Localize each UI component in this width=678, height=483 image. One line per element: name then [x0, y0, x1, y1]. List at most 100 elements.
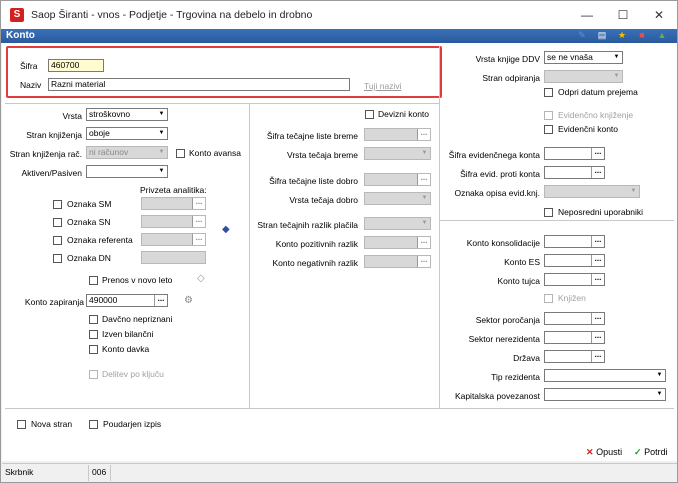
stran-odpiranja-select[interactable]: ▼	[544, 70, 623, 83]
minimize-button[interactable]: —	[569, 1, 605, 29]
eraser-icon[interactable]: ◇	[197, 273, 205, 284]
opusti-button[interactable]: ✕ Opusti	[586, 447, 622, 458]
sifra-tecajne-dobro-input[interactable]: ...	[364, 173, 431, 186]
konto-tujca-input[interactable]: ...	[544, 273, 605, 286]
izven-label: Izven bilančni	[102, 329, 154, 339]
evidencno-knjizenje-label: Evidenčno knjiženje	[558, 110, 634, 120]
potrdi-button[interactable]: ✓ Potrdi	[634, 447, 668, 458]
sifra-tecajne-dobro-label: Šifra tečajne liste dobro	[269, 176, 358, 186]
vrsta-tecaja-breme-select[interactable]: ▼	[364, 147, 431, 160]
oznaka-sm-checkbox[interactable]	[53, 200, 62, 209]
devizni-label: Devizni konto	[378, 109, 430, 119]
ellipsis-icon[interactable]: ...	[591, 332, 604, 343]
sifra-tecajne-breme-input[interactable]: ...	[364, 128, 431, 141]
ellipsis-icon[interactable]: ...	[192, 216, 205, 227]
vrsta-select[interactable]: stroškovno ▼	[86, 108, 168, 121]
nova-stran-checkbox[interactable]	[17, 420, 26, 429]
divider	[439, 46, 440, 408]
star-icon[interactable]: ★	[616, 29, 628, 41]
davcno-label: Davčno nepriznani	[102, 314, 173, 324]
export-icon[interactable]: ▲	[656, 29, 668, 41]
konto-poz-input[interactable]: ...	[364, 236, 431, 249]
oznaka-sn-input[interactable]: ...	[141, 215, 206, 228]
knjizen-label: Knjižen	[558, 293, 586, 303]
book-icon[interactable]: ◆	[222, 224, 230, 235]
ellipsis-icon[interactable]: ...	[192, 198, 205, 209]
oznaka-dn-checkbox[interactable]	[53, 254, 62, 263]
stran-knjizenja-rac-select[interactable]: ni računov ▼	[86, 146, 168, 159]
konto-neg-input[interactable]: ...	[364, 255, 431, 268]
sifra-evid-konta-input[interactable]: ...	[544, 147, 605, 160]
odpri-datum-checkbox[interactable]	[544, 88, 553, 97]
tip-rezidenta-select[interactable]: ▼	[544, 369, 666, 382]
copy-icon[interactable]: ▤	[596, 29, 608, 41]
sifra-evid-konta-label: Šifra evidenčnega konta	[448, 150, 540, 160]
oznaka-sm-input[interactable]: ...	[141, 197, 206, 210]
divider	[110, 465, 111, 481]
sifra-evid-proti-input[interactable]: ...	[544, 166, 605, 179]
highlight-box	[6, 46, 442, 98]
ellipsis-icon[interactable]: ...	[591, 167, 604, 178]
ellipsis-icon[interactable]: ...	[591, 255, 604, 266]
konto-form: Šifra 460700 Naziv Razni material Tuji n…	[2, 43, 677, 461]
delete-icon[interactable]: ■	[636, 29, 648, 41]
davcno-checkbox[interactable]	[89, 315, 98, 324]
oznaka-dn-input[interactable]	[141, 251, 206, 264]
stran-knjizenja-select[interactable]: oboje ▼	[86, 127, 168, 140]
ellipsis-icon[interactable]: ...	[154, 295, 167, 306]
oznaka-referenta-label: Oznaka referenta	[67, 235, 133, 245]
konto-neg-label: Konto negativnih razlik	[272, 258, 358, 268]
ellipsis-icon[interactable]: ...	[417, 129, 430, 140]
link-icon[interactable]: ⚙	[184, 295, 193, 306]
aktiven-select[interactable]: ▼	[86, 165, 168, 178]
oznaka-opisa-select[interactable]: ▼	[544, 185, 640, 198]
sektor-nerezidenta-input[interactable]: ...	[544, 331, 605, 344]
ellipsis-icon[interactable]: ...	[417, 256, 430, 267]
sektor-porocanja-input[interactable]: ...	[544, 312, 605, 325]
evidencno-knjizenje-checkbox[interactable]	[544, 111, 553, 120]
prenos-checkbox[interactable]	[89, 276, 98, 285]
ellipsis-icon[interactable]: ...	[591, 313, 604, 324]
chevron-down-icon: ▼	[421, 195, 428, 201]
konto-avansa-checkbox[interactable]	[176, 149, 185, 158]
ellipsis-icon[interactable]: ...	[417, 237, 430, 248]
oznaka-sn-checkbox[interactable]	[53, 218, 62, 227]
title-bar: S Saop Širanti - vnos - Podjetje - Trgov…	[1, 1, 677, 29]
devizni-checkbox[interactable]	[365, 110, 374, 119]
konto-konsolidacije-input[interactable]: ...	[544, 235, 605, 248]
evidencni-konto-checkbox[interactable]	[544, 125, 553, 134]
edit-icon[interactable]: ✎	[576, 29, 588, 41]
oznaka-sm-label: Oznaka SM	[67, 199, 112, 209]
kapitalska-select[interactable]: ▼	[544, 388, 666, 401]
vrsta-tecaja-dobro-select[interactable]: ▼	[364, 192, 431, 205]
aktiven-label: Aktiven/Pasiven	[21, 168, 82, 178]
drzava-input[interactable]: ...	[544, 350, 605, 363]
konto-davka-checkbox[interactable]	[89, 345, 98, 354]
maximize-button[interactable]: ☐	[605, 1, 641, 29]
knjizen-checkbox[interactable]	[544, 294, 553, 303]
oznaka-referenta-checkbox[interactable]	[53, 236, 62, 245]
izven-checkbox[interactable]	[89, 330, 98, 339]
delitev-checkbox[interactable]	[89, 370, 98, 379]
konto-tujca-label: Konto tujca	[497, 276, 540, 286]
ellipsis-icon[interactable]: ...	[192, 234, 205, 245]
vrsta-knjige-ddv-select[interactable]: se ne vnaša ▼	[544, 51, 623, 64]
divider	[5, 408, 674, 409]
sifra-tecajne-breme-label: Šifra tečajne liste breme	[266, 131, 358, 141]
ellipsis-icon[interactable]: ...	[417, 174, 430, 185]
ellipsis-icon[interactable]: ...	[591, 236, 604, 247]
oznaka-referenta-input[interactable]: ...	[141, 233, 206, 246]
ellipsis-icon[interactable]: ...	[591, 351, 604, 362]
neposredni-checkbox[interactable]	[544, 208, 553, 217]
konto-poz-label: Konto pozitivnih razlik	[275, 239, 358, 249]
app-icon: S	[10, 8, 24, 22]
konto-es-input[interactable]: ...	[544, 254, 605, 267]
close-button[interactable]: ✕	[641, 1, 677, 29]
stran-tecajnih-select[interactable]: ▼	[364, 217, 431, 230]
konto-zapiranja-input[interactable]: 490000...	[86, 294, 168, 307]
ellipsis-icon[interactable]: ...	[591, 274, 604, 285]
poudarjen-checkbox[interactable]	[89, 420, 98, 429]
ellipsis-icon[interactable]: ...	[591, 148, 604, 159]
tip-rezidenta-label: Tip rezidenta	[491, 372, 540, 382]
prenos-label: Prenos v novo leto	[102, 275, 173, 285]
